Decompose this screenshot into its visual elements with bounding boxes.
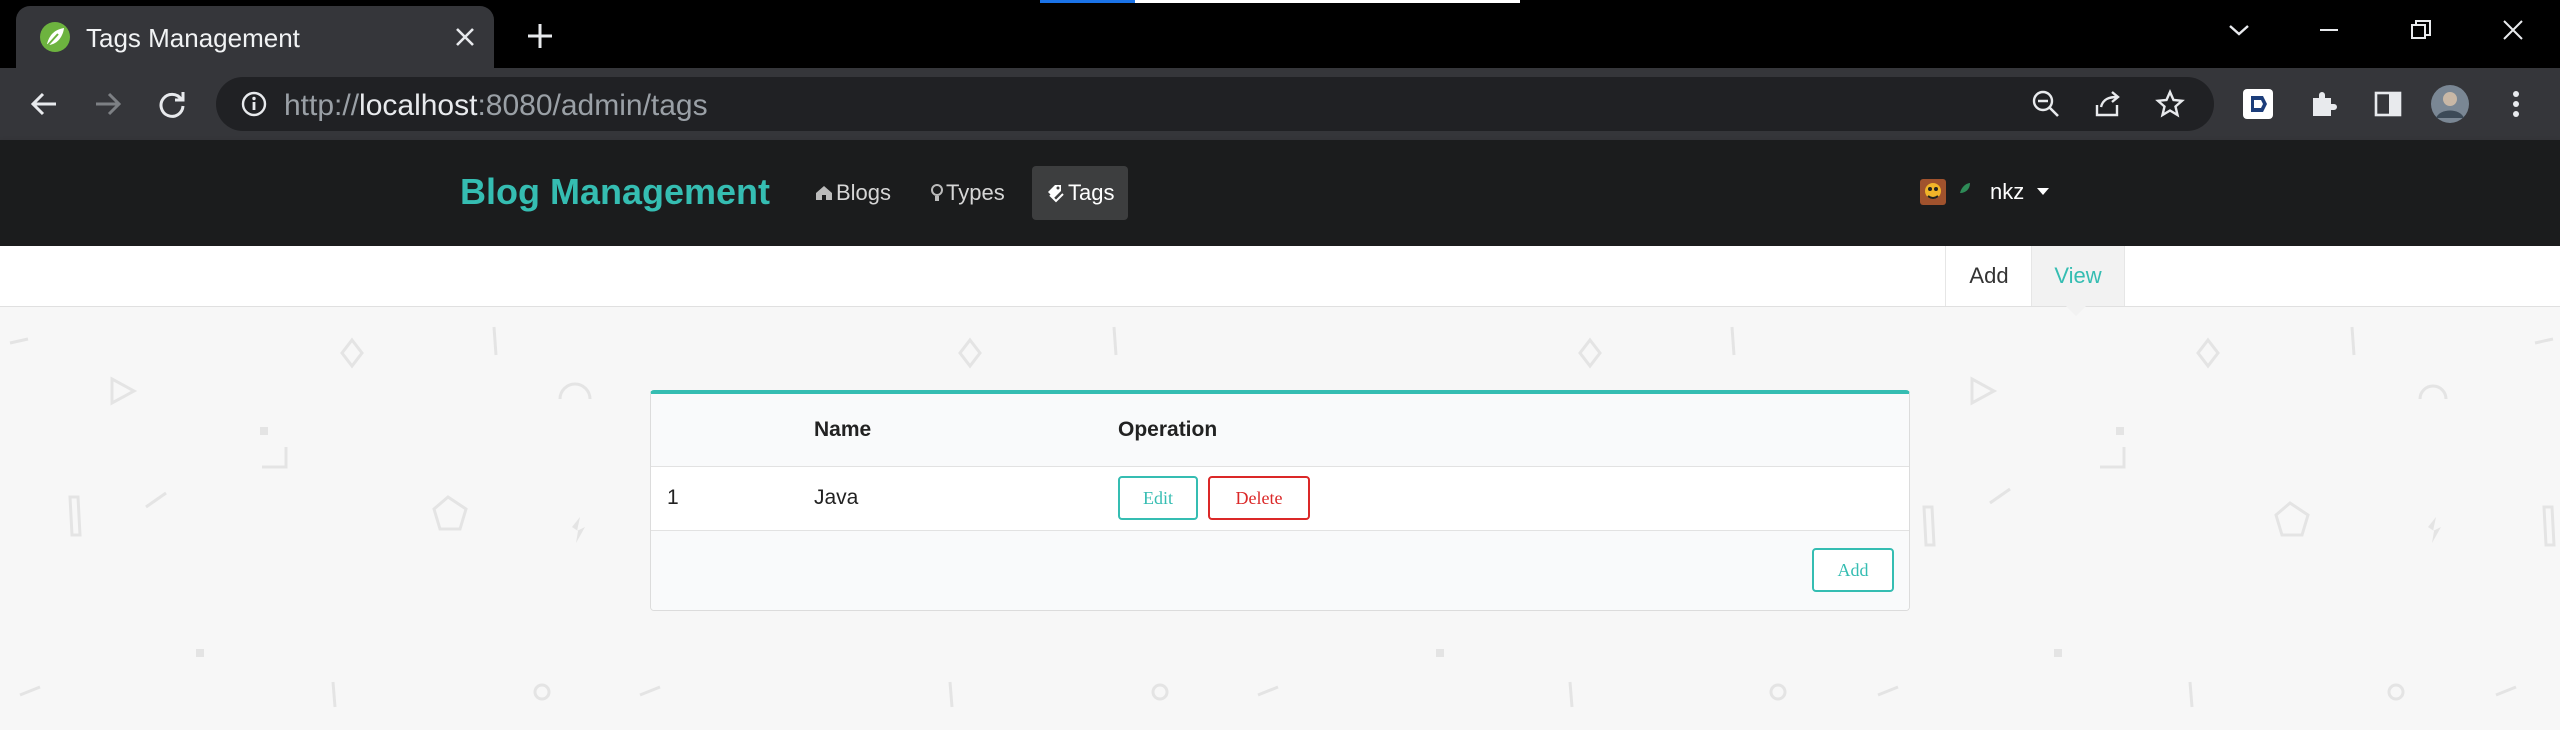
share-icon[interactable]: [2088, 84, 2128, 124]
nav-item-label: Blogs: [836, 180, 892, 205]
tags-table: Name Operation 1 Java Edit Delete Add: [650, 390, 1910, 611]
browser-tab[interactable]: Tags Management: [16, 6, 494, 68]
nav-item-label: Tags: [1068, 180, 1115, 205]
side-panel-icon[interactable]: [2368, 84, 2408, 124]
leaf-icon: [1958, 177, 1972, 207]
username: nkz: [1990, 179, 2025, 204]
column-header-name: Name: [814, 418, 872, 441]
delete-button[interactable]: Delete: [1208, 476, 1310, 520]
info-icon[interactable]: [234, 84, 274, 124]
forward-arrow-icon[interactable]: [88, 84, 128, 124]
loading-progress: [1040, 0, 1520, 3]
address-bar[interactable]: http://localhost:8080/admin/tags: [216, 77, 2214, 131]
home-icon: [816, 186, 832, 200]
user-dropdown[interactable]: nkz: [1918, 170, 2050, 214]
tags-icon: [1048, 185, 1064, 203]
url-text: http://localhost:8080/admin/tags: [284, 89, 708, 122]
leaf-favicon-icon: [38, 20, 72, 54]
kebab-menu-icon[interactable]: [2496, 84, 2536, 124]
zoom-out-icon[interactable]: [2026, 84, 2066, 124]
extension-puzzle-icon[interactable]: [2304, 84, 2344, 124]
close-window-icon[interactable]: [2490, 12, 2536, 48]
table-header: Name Operation: [651, 394, 1909, 467]
browser-toolbar: http://localhost:8080/admin/tags: [0, 68, 2560, 140]
site-navbar: Blog Management Blogs Types Tags nkz: [0, 140, 2560, 246]
row-index: 1: [667, 486, 679, 509]
nav-item-tags[interactable]: Tags: [1032, 166, 1129, 220]
table-row: 1 Java Edit Delete: [651, 466, 1909, 531]
extension-icon[interactable]: [2238, 84, 2278, 124]
column-header-operation: Operation: [1118, 418, 1218, 441]
minimize-icon[interactable]: [2306, 12, 2352, 48]
plus-icon[interactable]: [520, 16, 560, 56]
tab-view[interactable]: View: [2031, 246, 2125, 306]
nav-item-blogs[interactable]: Blogs: [800, 166, 905, 220]
tag-name: Java: [814, 486, 859, 509]
star-icon[interactable]: [2150, 84, 2190, 124]
close-icon[interactable]: [448, 20, 482, 54]
caret-down-icon: [2036, 183, 2050, 201]
secondary-menu: Add View: [0, 246, 2560, 307]
chevron-down-icon[interactable]: [2216, 12, 2262, 48]
add-tag-button[interactable]: Add: [1812, 548, 1894, 592]
browser-tabstrip: Tags Management: [0, 0, 2560, 68]
tab-add[interactable]: Add: [1945, 246, 2032, 306]
restore-icon[interactable]: [2398, 12, 2444, 48]
tab-title: Tags Management: [86, 23, 300, 53]
nav-item-label: Types: [946, 180, 1005, 205]
edit-button[interactable]: Edit: [1118, 476, 1198, 520]
nav-item-types[interactable]: Types: [916, 166, 1019, 220]
reload-icon[interactable]: [152, 84, 192, 124]
back-arrow-icon[interactable]: [24, 84, 64, 124]
user-avatar: [1918, 177, 1948, 207]
profile-avatar-icon[interactable]: [2430, 84, 2470, 124]
table-footer: Add: [651, 531, 1909, 610]
brand-logo[interactable]: Blog Management: [460, 171, 770, 213]
lightbulb-icon: [931, 184, 943, 201]
